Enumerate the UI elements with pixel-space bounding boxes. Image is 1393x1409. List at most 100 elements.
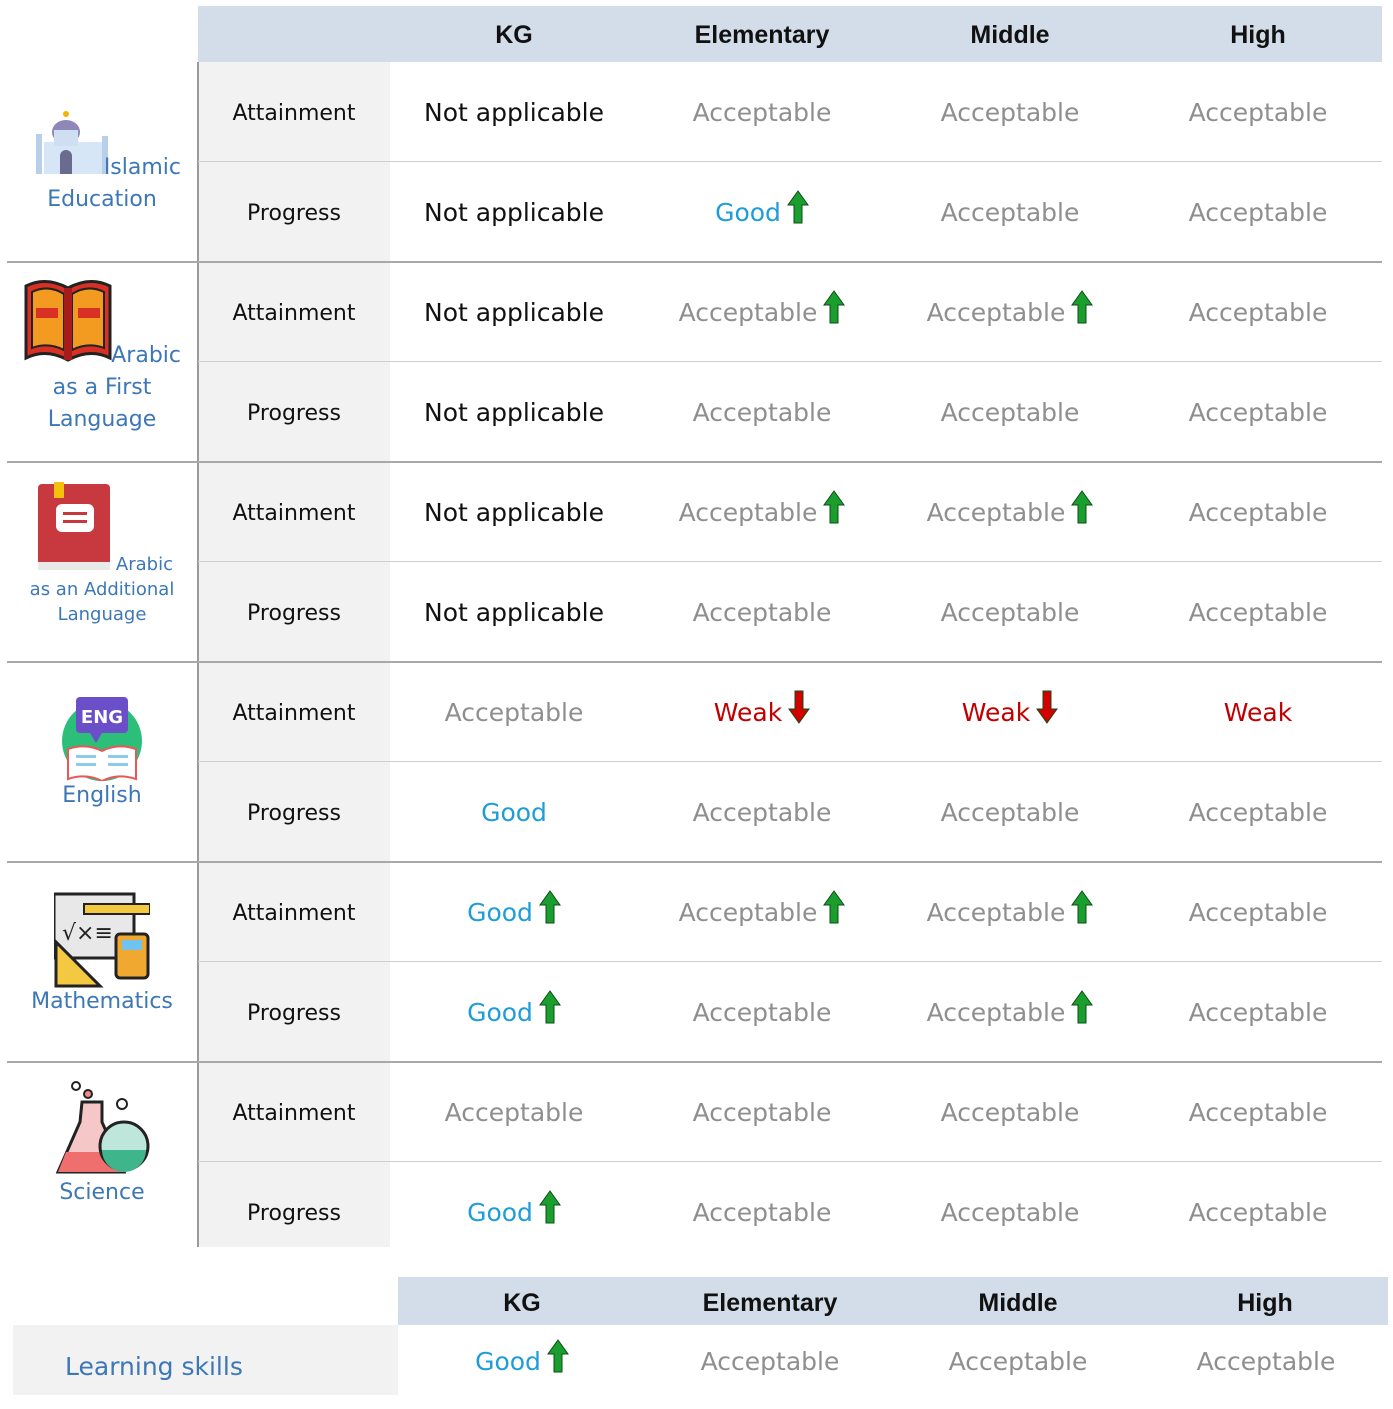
judgement-cell: Good xyxy=(390,1162,638,1262)
judgement-text: Acceptable xyxy=(926,497,1066,527)
learning-skills-label-box: Learning skills xyxy=(13,1325,398,1395)
attainment-label: Attainment xyxy=(232,701,356,726)
judgement-text: Not applicable xyxy=(424,397,604,427)
up-arrow-icon xyxy=(1071,290,1094,324)
eng-speech-book-icon: ENG xyxy=(60,697,144,785)
judgement-text: Acceptable xyxy=(692,997,832,1027)
up-arrow-icon xyxy=(546,1339,569,1373)
judgement-text: Acceptable xyxy=(678,897,818,927)
header-elementary: Elementary xyxy=(694,21,830,49)
progress-label: Progress xyxy=(247,201,341,226)
judgement-cell: Acceptable xyxy=(1134,1162,1382,1262)
lab-flasks-icon xyxy=(54,1080,150,1182)
judgement-cell: Acceptable xyxy=(894,1327,1142,1395)
judgement-text: Weak xyxy=(713,697,783,727)
judgement-cell: Acceptable xyxy=(886,562,1134,662)
judgement-cell: Not applicable xyxy=(390,262,638,362)
judgement-text: Acceptable xyxy=(940,397,1080,427)
attainment-label: Attainment xyxy=(232,501,356,526)
judgement-text: Acceptable xyxy=(1188,97,1328,127)
up-arrow-icon xyxy=(538,890,561,924)
judgement-text: Acceptable xyxy=(444,697,584,727)
subject-arabic-additional-line2: as an Additional xyxy=(29,579,175,600)
judgement-text: Acceptable xyxy=(1188,297,1328,327)
learning-skills-header-row: KG Elementary Middle High xyxy=(398,1277,1388,1325)
judgement-text: Acceptable xyxy=(1188,897,1328,927)
progress-label: Progress xyxy=(247,801,341,826)
subject-english: English xyxy=(62,783,142,808)
judgement-text: Acceptable xyxy=(926,997,1066,1027)
judgement-text: Acceptable xyxy=(940,97,1080,127)
attainment-label: Attainment xyxy=(232,101,356,126)
judgement-text: Good xyxy=(467,997,533,1027)
judgement-cell: Acceptable xyxy=(1134,1062,1382,1162)
judgement-cell: Good xyxy=(390,762,638,862)
progress-label: Progress xyxy=(247,1201,341,1226)
judgement-text: Acceptable xyxy=(692,97,832,127)
judgement-text: Good xyxy=(481,797,547,827)
down-arrow-icon xyxy=(788,690,811,724)
judgement-text: Acceptable xyxy=(678,497,818,527)
down-arrow-icon xyxy=(1036,690,1059,724)
judgement-cell: Acceptable xyxy=(638,762,886,862)
judgement-cell: Acceptable xyxy=(886,162,1134,262)
judgement-cell: Acceptable xyxy=(1134,262,1382,362)
judgement-cell: Acceptable xyxy=(886,862,1134,962)
subject-arabic-first-line2: as a First xyxy=(52,375,152,400)
header2-elementary: Elementary xyxy=(702,1289,838,1317)
up-arrow-icon xyxy=(1071,890,1094,924)
progress-label: Progress xyxy=(247,1001,341,1026)
judgement-cell: Weak xyxy=(886,662,1134,762)
svg-text:√×≡: √×≡ xyxy=(62,921,113,946)
judgement-cell: Acceptable xyxy=(1134,362,1382,462)
judgement-cell: Acceptable xyxy=(1134,562,1382,662)
judgement-text: Acceptable xyxy=(692,797,832,827)
judgement-text: Not applicable xyxy=(424,297,604,327)
judgement-text: Good xyxy=(475,1346,541,1376)
judgement-text: Acceptable xyxy=(1188,797,1328,827)
judgement-text: Acceptable xyxy=(1188,497,1328,527)
judgement-text: Acceptable xyxy=(940,197,1080,227)
progress-label: Progress xyxy=(247,401,341,426)
subject-arabic-additional-line1: Arabic xyxy=(115,554,173,575)
judgement-text: Acceptable xyxy=(1188,597,1328,627)
judgement-cell: Acceptable xyxy=(1134,962,1382,1062)
judgement-cell: Acceptable xyxy=(886,1162,1134,1262)
judgement-text: Good xyxy=(467,1197,533,1227)
math-board-calculator-icon: √×≡ xyxy=(52,890,151,992)
progress-label: Progress xyxy=(247,601,341,626)
judgement-cell: Good xyxy=(398,1327,646,1395)
judgement-cell: Weak xyxy=(1134,662,1382,762)
judgement-cell: Acceptable xyxy=(390,1062,638,1162)
judgement-text: Acceptable xyxy=(926,897,1066,927)
judgement-text: Acceptable xyxy=(926,297,1066,327)
judgement-cell: Acceptable xyxy=(886,262,1134,362)
judgement-text: Acceptable xyxy=(692,397,832,427)
judgement-cell: Acceptable xyxy=(1134,462,1382,562)
judgement-cell: Acceptable xyxy=(886,962,1134,1062)
judgement-cell: Weak xyxy=(638,662,886,762)
judgement-cell: Good xyxy=(390,862,638,962)
judgement-text: Acceptable xyxy=(678,297,818,327)
judgement-cell: Acceptable xyxy=(638,562,886,662)
judgement-text: Acceptable xyxy=(1188,197,1328,227)
eng-icon-text: ENG xyxy=(81,707,123,728)
judgement-text: Acceptable xyxy=(1196,1346,1336,1376)
judgement-text: Not applicable xyxy=(424,97,604,127)
subject-islamic-line1: Islamic xyxy=(103,155,181,180)
learning-skills-label: Learning skills xyxy=(65,1352,243,1381)
judgement-text: Not applicable xyxy=(424,497,604,527)
judgement-text: Acceptable xyxy=(444,1097,584,1127)
header-high: High xyxy=(1230,21,1286,49)
judgement-text: Acceptable xyxy=(1188,1197,1328,1227)
judgement-cell: Acceptable xyxy=(390,662,638,762)
judgement-text: Not applicable xyxy=(424,597,604,627)
judgement-text: Good xyxy=(467,897,533,927)
judgement-cell: Acceptable xyxy=(638,62,886,162)
judgement-cell: Acceptable xyxy=(646,1327,894,1395)
judgement-text: Acceptable xyxy=(692,1097,832,1127)
up-arrow-icon xyxy=(538,990,561,1024)
judgement-cell: Acceptable xyxy=(886,362,1134,462)
up-arrow-icon xyxy=(1071,990,1094,1024)
attainment-label: Attainment xyxy=(232,1101,356,1126)
